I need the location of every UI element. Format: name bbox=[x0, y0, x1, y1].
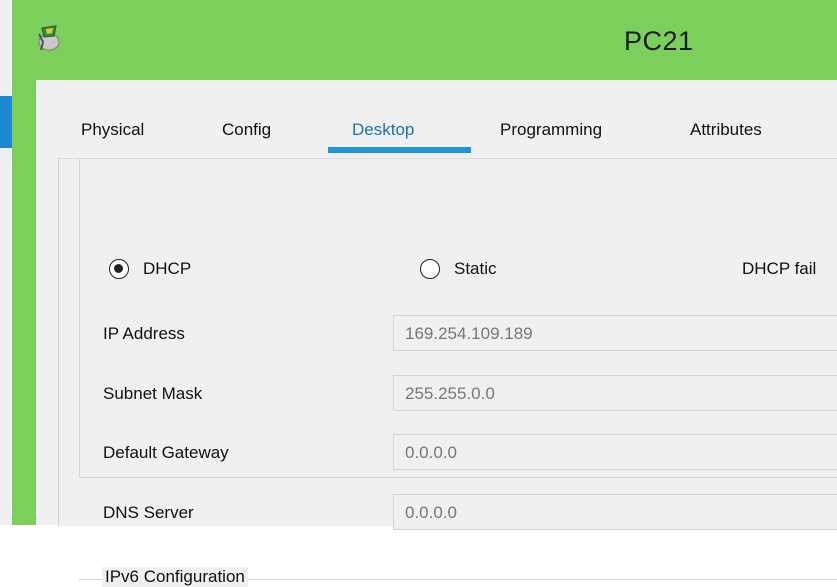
ip-address-field[interactable]: 169.254.109.189 bbox=[393, 315, 837, 351]
tab-bar: Physical Config Desktop Programming Attr… bbox=[36, 80, 837, 158]
tab-programming[interactable]: Programming bbox=[500, 120, 602, 140]
subnet-mask-label: Subnet Mask bbox=[103, 384, 203, 403]
ipv4-group: DHCP Static DHCP fail IP Address 169.254… bbox=[79, 159, 837, 530]
ip-address-label: IP Address bbox=[103, 324, 185, 343]
ip-address-value: 169.254.109.189 bbox=[405, 324, 533, 343]
title-bar[interactable]: PC21 bbox=[12, 0, 837, 80]
subnet-mask-value: 255.255.0.0 bbox=[405, 384, 495, 403]
default-gateway-label: Default Gateway bbox=[103, 443, 229, 462]
subnet-mask-field[interactable]: 255.255.0.0 bbox=[393, 375, 837, 411]
radio-selected-dot bbox=[114, 264, 123, 273]
ip-configuration-panel: DHCP Static DHCP fail IP Address 169.254… bbox=[58, 158, 837, 587]
tab-attributes[interactable]: Attributes bbox=[690, 120, 762, 140]
dhcp-label: DHCP bbox=[143, 259, 192, 278]
dns-server-label: DNS Server bbox=[103, 503, 194, 522]
app-icon bbox=[38, 25, 60, 51]
default-gateway-field[interactable]: 0.0.0.0 bbox=[393, 434, 837, 470]
tab-physical[interactable]: Physical bbox=[81, 120, 144, 140]
dhcp-radio[interactable] bbox=[109, 259, 129, 279]
default-gateway-value: 0.0.0.0 bbox=[405, 443, 457, 462]
window-title: PC21 bbox=[624, 26, 694, 56]
active-tab-indicator bbox=[328, 147, 471, 153]
tab-desktop[interactable]: Desktop bbox=[352, 120, 414, 140]
static-radio[interactable] bbox=[420, 259, 440, 279]
static-label: Static bbox=[454, 259, 497, 278]
dns-server-value: 0.0.0.0 bbox=[405, 503, 457, 522]
ipv6-group-legend: IPv6 Configuration bbox=[102, 567, 248, 587]
tab-config[interactable]: Config bbox=[222, 120, 271, 140]
client-area: Physical Config Desktop Programming Attr… bbox=[36, 80, 837, 587]
desktop-accent-bar bbox=[0, 96, 12, 148]
dhcp-status-text: DHCP fail bbox=[742, 259, 817, 278]
pc-window: PC21 Physical Config Desktop Programming… bbox=[12, 0, 837, 587]
desktop-background bbox=[0, 0, 12, 525]
